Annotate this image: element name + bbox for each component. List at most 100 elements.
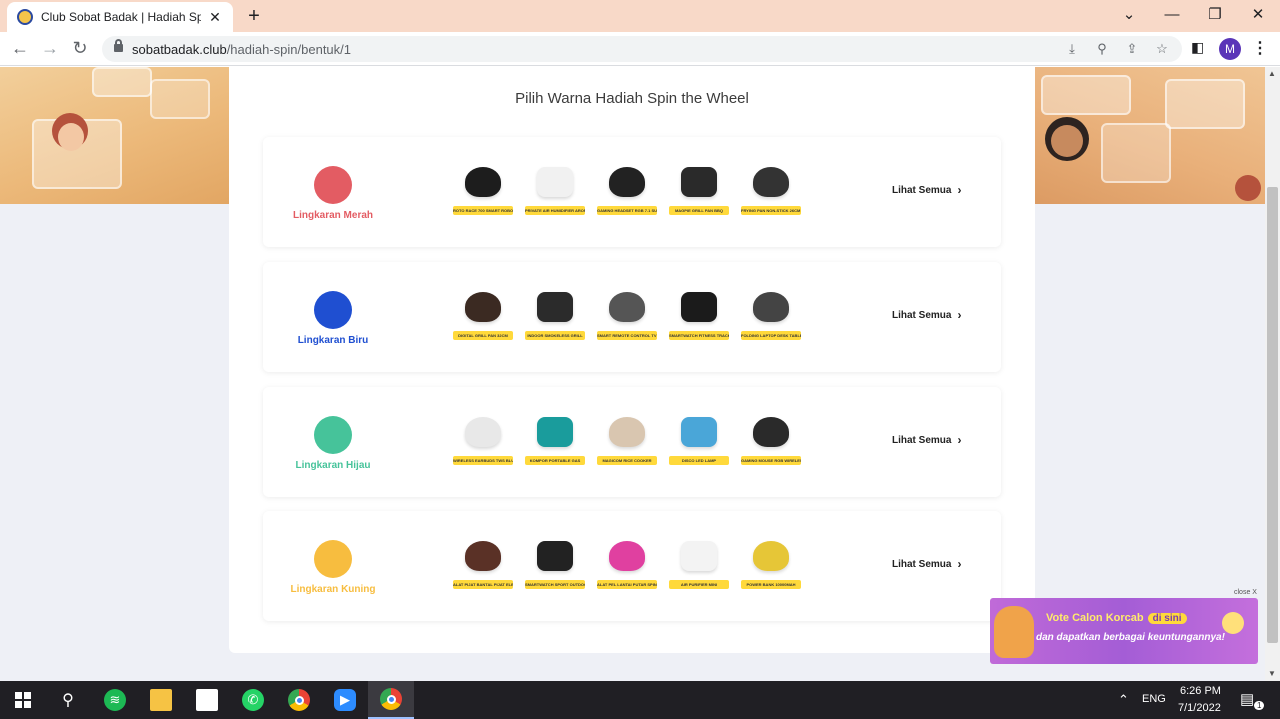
prize-row: Lingkaran Merah ROTO RACE 700 SMART ROBOT… <box>263 137 1001 247</box>
taskbar-file-explorer[interactable] <box>138 681 184 719</box>
see-all-link[interactable]: Lihat Semua › <box>892 558 961 570</box>
promo-pill: di sini <box>1147 613 1187 624</box>
clock-time[interactable]: 6:26 PM <box>1180 685 1221 697</box>
taskbar-whatsapp[interactable]: ✆ <box>230 681 276 719</box>
color-circle-icon[interactable] <box>314 291 352 329</box>
prize-tag: GAMING MOUSE RGB WIRELESS <box>741 456 801 465</box>
prize-item[interactable]: SMARTWATCH FITNESS TRACKER <box>669 286 729 342</box>
tray-chevron-icon[interactable]: ⌃ <box>1118 692 1129 708</box>
scroll-down-arrow-icon[interactable]: ▼ <box>1268 669 1276 678</box>
minimize-button[interactable]: — <box>1160 4 1184 26</box>
color-circle-icon[interactable] <box>314 540 352 578</box>
page-scrollbar[interactable]: ▲ ▼ <box>1265 67 1280 681</box>
prize-row: Lingkaran Kuning ALAT PIJAT BANTAL PIJAT … <box>263 511 1001 621</box>
banner-video-tile <box>1165 79 1245 129</box>
row-label[interactable]: Lingkaran Hijau <box>263 460 403 471</box>
search-button[interactable]: ⚲ <box>45 681 91 719</box>
tab-strip: Club Sobat Badak | Hadiah Spin t ✕ + ⌄ —… <box>0 0 1280 32</box>
install-app-icon[interactable]: ⤓ <box>1062 39 1082 59</box>
see-all-link[interactable]: Lihat Semua › <box>892 434 961 446</box>
forward-arrow-icon[interactable]: → <box>38 36 62 60</box>
page-title: Pilih Warna Hadiah Spin the Wheel <box>515 90 749 107</box>
row-label[interactable]: Lingkaran Kuning <box>263 584 403 595</box>
tab-search-icon[interactable]: ⌄ <box>1117 4 1141 26</box>
prize-tag: ALAT PEL LANTAI PUTAR SPIN MOP <box>597 580 657 589</box>
prize-item[interactable]: GAMING HEADSET RGB 7.1 SURROUND <box>597 161 657 217</box>
prize-tag: ALAT PIJAT BANTAL PIJAT ELEKTRIK <box>453 580 513 589</box>
language-indicator[interactable]: ENG <box>1142 693 1166 705</box>
banner-video-tile <box>1041 75 1131 115</box>
prize-row: Lingkaran Biru DIGITAL GRILL PAN 32CM INDO… <box>263 262 1001 372</box>
address-bar[interactable]: sobatbadak.club/hadiah-spin/bentuk/1 ⤓ ⚲… <box>102 36 1182 62</box>
taskbar-chrome[interactable] <box>276 681 322 719</box>
prize-tag: PRIVATE AIR HUMIDIFIER AROMATHERAPY OIL … <box>525 206 585 215</box>
row-label[interactable]: Lingkaran Merah <box>263 210 403 221</box>
bookmark-star-icon[interactable]: ☆ <box>1152 39 1172 59</box>
prize-tag: AIR PURIFIER MINI <box>669 580 729 589</box>
scroll-thumb[interactable] <box>1267 187 1278 643</box>
see-all-label: Lihat Semua <box>892 434 952 446</box>
color-circle-icon[interactable] <box>314 416 352 454</box>
chevron-right-icon: › <box>957 308 962 322</box>
reload-icon[interactable]: ↻ <box>68 36 92 60</box>
restore-button[interactable]: ❐ <box>1203 4 1227 26</box>
prize-item[interactable]: KOMPOR PORTABLE GAS <box>525 411 585 467</box>
row-label[interactable]: Lingkaran Biru <box>263 335 403 346</box>
share-icon[interactable]: ⇪ <box>1122 39 1142 59</box>
prize-item[interactable]: SMARTWATCH SPORT OUTDOOR <box>525 535 585 591</box>
prize-item[interactable]: MAGPIE GRILL PAN BBQ <box>669 161 729 217</box>
banner-person-face <box>58 123 84 151</box>
close-window-button[interactable]: ✕ <box>1246 4 1270 26</box>
browser-tab[interactable]: Club Sobat Badak | Hadiah Spin t ✕ <box>7 2 233 32</box>
prize-tag: DISCO LED LAMP <box>669 456 729 465</box>
prize-tag: SMART REMOTE CONTROL TV BOX <box>597 331 657 340</box>
profile-avatar[interactable]: M <box>1219 38 1241 60</box>
browser-menu-icon[interactable]: ⋮ <box>1252 38 1268 60</box>
url-text[interactable]: sobatbadak.club/hadiah-spin/bentuk/1 <box>132 42 351 57</box>
zoom-icon[interactable]: ⚲ <box>1092 39 1112 59</box>
prize-item[interactable]: GAMING MOUSE RGB WIRELESS <box>741 411 801 467</box>
prize-item[interactable]: ROTO RACE 700 SMART ROBOT VACUUM CLEANER <box>453 161 513 217</box>
promo-banner[interactable]: Vote Calon Korcab di sini dan dapatkan be… <box>990 598 1258 664</box>
promo-close-button[interactable]: close X <box>1234 589 1257 596</box>
prize-image-icon <box>459 161 507 203</box>
prize-item[interactable]: AIR PURIFIER MINI <box>669 535 729 591</box>
prize-item[interactable]: POWER BANK 10000MAH <box>741 535 801 591</box>
prize-item[interactable]: FOLDING LAPTOP DESK TABLE WITH FAN <box>741 286 801 342</box>
lock-icon <box>114 39 123 52</box>
new-tab-button[interactable]: + <box>244 4 264 28</box>
prize-item[interactable]: INDOOR SMOKELESS GRILL <box>525 286 585 342</box>
notification-badge: 1 <box>1254 701 1265 710</box>
prize-image-icon <box>531 286 579 328</box>
notification-icon[interactable]: ▤ <box>1240 690 1254 708</box>
prize-item[interactable]: SMART REMOTE CONTROL TV BOX <box>597 286 657 342</box>
tab-close-icon[interactable]: ✕ <box>207 9 223 26</box>
taskbar-chrome-profile[interactable] <box>368 681 414 719</box>
scroll-up-arrow-icon[interactable]: ▲ <box>1268 69 1276 78</box>
prize-item[interactable]: WIRELESS EARBUDS TWS BLUETOOTH 5.0 <box>453 411 513 467</box>
taskbar-zoom[interactable]: ▶ <box>322 681 368 719</box>
color-circle-icon[interactable] <box>314 166 352 204</box>
prize-item[interactable]: MAGICOM RICE COOKER <box>597 411 657 467</box>
see-all-label: Lihat Semua <box>892 309 952 321</box>
prize-tag: DIGITAL GRILL PAN 32CM <box>453 331 513 340</box>
back-arrow-icon[interactable]: ← <box>8 36 32 60</box>
prize-tag: KOMPOR PORTABLE GAS <box>525 456 585 465</box>
taskbar-spotify[interactable]: ≋ <box>92 681 138 719</box>
see-all-link[interactable]: Lihat Semua › <box>892 309 961 321</box>
clock-date[interactable]: 7/1/2022 <box>1178 702 1221 714</box>
taskbar-sticky-notes[interactable] <box>184 681 230 719</box>
start-button[interactable] <box>0 681 46 719</box>
side-panel-icon[interactable]: ◧ <box>1191 39 1204 56</box>
prize-item[interactable]: PRIVATE AIR HUMIDIFIER AROMATHERAPY OIL … <box>525 161 585 217</box>
prize-item[interactable]: DISCO LED LAMP <box>669 411 729 467</box>
see-all-link[interactable]: Lihat Semua › <box>892 184 961 196</box>
prize-item[interactable]: ALAT PIJAT BANTAL PIJAT ELEKTRIK <box>453 535 513 591</box>
prize-item[interactable]: FRYING PAN NON-STICK 26CM COOKWARE <box>741 161 801 217</box>
banner-person-face <box>1051 125 1083 157</box>
prize-item[interactable]: ALAT PEL LANTAI PUTAR SPIN MOP <box>597 535 657 591</box>
site-favicon-icon <box>17 9 33 25</box>
promo-headline: Vote Calon Korcab di sini <box>1046 612 1187 624</box>
prize-tag: ROTO RACE 700 SMART ROBOT VACUUM CLEANER <box>453 206 513 215</box>
prize-item[interactable]: DIGITAL GRILL PAN 32CM <box>453 286 513 342</box>
